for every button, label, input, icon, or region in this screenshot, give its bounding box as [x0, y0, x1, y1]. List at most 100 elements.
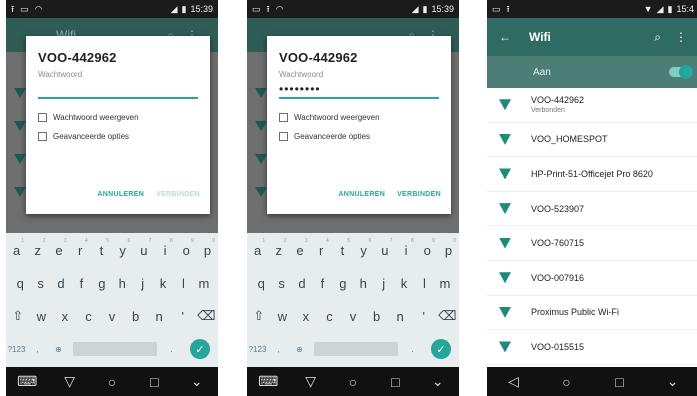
shift-key-icon[interactable]: ⇧ [6, 308, 30, 324]
show-password-checkbox[interactable] [38, 113, 47, 122]
period-key[interactable]: . [402, 345, 423, 354]
wifi-toggle[interactable] [669, 65, 693, 79]
key[interactable]: o9 [176, 238, 197, 258]
key[interactable]: r4 [311, 238, 332, 258]
key[interactable]: v [341, 309, 365, 324]
network-item[interactable]: VOO-007916 [487, 261, 697, 296]
key[interactable]: l [173, 276, 193, 291]
key[interactable]: h [353, 276, 373, 291]
back-arrow-icon[interactable]: ← [499, 30, 511, 44]
hide-keyboard-icon[interactable]: ⌄ [427, 373, 449, 390]
advanced-options-checkbox[interactable] [279, 132, 288, 141]
key[interactable]: k [153, 276, 173, 291]
key[interactable]: h [112, 276, 132, 291]
home-icon[interactable]: ○ [101, 374, 123, 390]
key[interactable]: q [251, 276, 271, 291]
key[interactable]: b [365, 309, 389, 324]
key[interactable]: w [30, 309, 54, 324]
key[interactable]: y6 [112, 238, 133, 258]
key[interactable]: i8 [154, 238, 175, 258]
password-field[interactable] [38, 85, 198, 99]
comma-key[interactable]: , [268, 345, 289, 354]
backspace-key-icon[interactable]: ⌫ [436, 308, 460, 324]
hide-keyboard-icon[interactable]: ⌄ [662, 373, 684, 390]
globe-key-icon[interactable]: ⊕ [289, 345, 310, 354]
key[interactable]: q [10, 276, 30, 291]
more-icon[interactable]: ⋮ [675, 30, 687, 45]
search-icon[interactable]: ⌕ [654, 30, 661, 45]
key[interactable]: b [124, 309, 148, 324]
key[interactable]: z2 [27, 238, 48, 258]
backspace-key-icon[interactable]: ⌫ [195, 308, 219, 324]
key[interactable]: s [271, 276, 291, 291]
advanced-options-checkbox[interactable] [38, 132, 47, 141]
hide-keyboard-icon[interactable]: ⌄ [186, 373, 208, 390]
key[interactable]: f [312, 276, 332, 291]
key[interactable]: e3 [289, 238, 310, 258]
key[interactable]: k [394, 276, 414, 291]
key[interactable]: m [435, 276, 455, 291]
show-password-checkbox[interactable] [279, 113, 288, 122]
key[interactable]: m [194, 276, 214, 291]
key[interactable]: t5 [91, 238, 112, 258]
key[interactable]: j [132, 276, 152, 291]
key[interactable]: j [373, 276, 393, 291]
password-field[interactable]: •••••••• [279, 83, 439, 99]
wifi-switch-bar[interactable]: Aan [487, 56, 697, 88]
enter-key-icon[interactable]: ✓ [190, 339, 210, 359]
key[interactable]: a1 [6, 238, 27, 258]
network-item[interactable]: VOO_HOMESPOT [487, 123, 697, 158]
key[interactable]: o9 [417, 238, 438, 258]
key[interactable]: v [100, 309, 124, 324]
key[interactable]: n [388, 309, 412, 324]
key[interactable]: w [271, 309, 295, 324]
space-key[interactable] [73, 342, 157, 356]
key[interactable]: f [71, 276, 91, 291]
key[interactable]: e3 [48, 238, 69, 258]
key[interactable]: u7 [374, 238, 395, 258]
period-key[interactable]: . [161, 345, 182, 354]
connect-button[interactable]: VERBINDEN [156, 191, 200, 198]
network-item[interactable]: VOO-760715 [487, 226, 697, 261]
advanced-options-option[interactable]: Geavanceerde opties [279, 132, 439, 141]
key[interactable]: l [414, 276, 434, 291]
key[interactable]: y6 [353, 238, 374, 258]
key[interactable]: c [318, 309, 342, 324]
connect-button[interactable]: VERBINDEN [397, 191, 441, 198]
key[interactable]: ' [412, 309, 436, 324]
advanced-options-option[interactable]: Geavanceerde opties [38, 132, 198, 141]
recents-icon[interactable]: □ [143, 374, 165, 390]
shift-key-icon[interactable]: ⇧ [247, 308, 271, 324]
back-icon[interactable]: ▽ [59, 373, 81, 390]
symbols-key[interactable]: ?123 [6, 345, 27, 354]
key[interactable]: ' [171, 309, 195, 324]
globe-key-icon[interactable]: ⊕ [48, 345, 69, 354]
key[interactable]: c [77, 309, 101, 324]
key[interactable]: x [53, 309, 77, 324]
back-icon[interactable]: ◁ [503, 373, 525, 390]
symbols-key[interactable]: ?123 [247, 345, 268, 354]
key[interactable]: u7 [133, 238, 154, 258]
key[interactable]: s [30, 276, 50, 291]
key[interactable]: r4 [70, 238, 91, 258]
keyboard-icon[interactable]: ⌨ [16, 373, 38, 390]
network-item[interactable]: VOO-015515 [487, 330, 697, 365]
key[interactable]: p0 [197, 238, 218, 258]
show-password-option[interactable]: Wachtwoord weergeven [38, 113, 198, 122]
network-item[interactable]: Proximus Public Wi-Fi [487, 296, 697, 331]
show-password-option[interactable]: Wachtwoord weergeven [279, 113, 439, 122]
home-icon[interactable]: ○ [342, 374, 364, 390]
key[interactable]: z2 [268, 238, 289, 258]
home-icon[interactable]: ○ [556, 374, 578, 390]
key[interactable]: g [333, 276, 353, 291]
recents-icon[interactable]: □ [609, 374, 631, 390]
key[interactable]: p0 [438, 238, 459, 258]
key[interactable]: n [147, 309, 171, 324]
cancel-button[interactable]: ANNULEREN [97, 191, 144, 198]
key[interactable]: d [51, 276, 71, 291]
key[interactable]: d [292, 276, 312, 291]
key[interactable]: x [294, 309, 318, 324]
keyboard-icon[interactable]: ⌨ [257, 373, 279, 390]
enter-key-icon[interactable]: ✓ [431, 339, 451, 359]
recents-icon[interactable]: □ [384, 374, 406, 390]
